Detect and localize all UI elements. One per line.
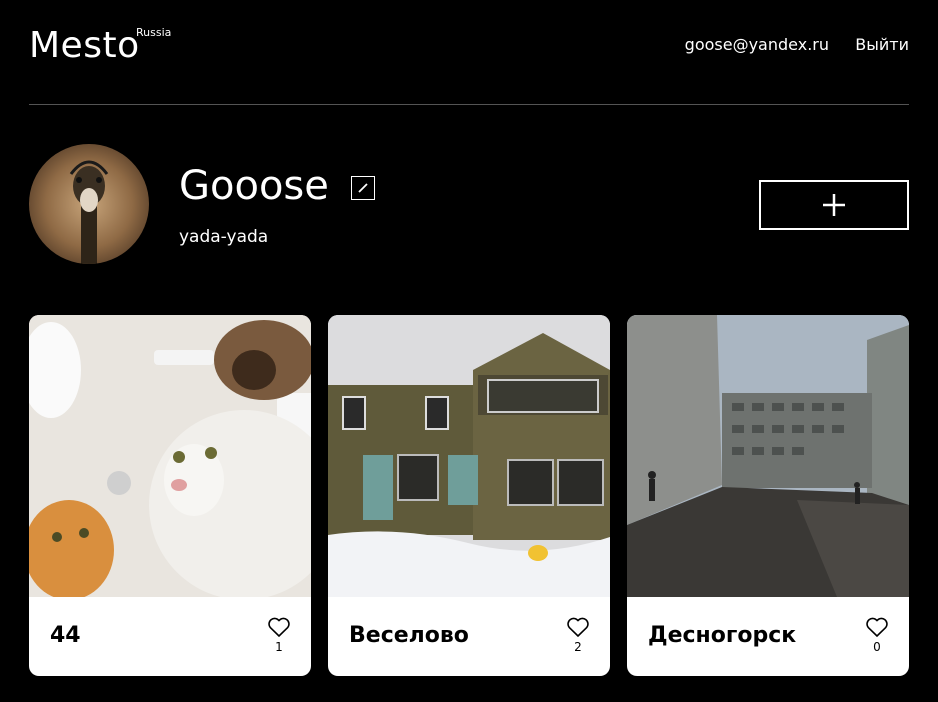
card: Веселово 2 (328, 315, 610, 676)
heart-icon[interactable] (267, 616, 291, 638)
like-count: 2 (574, 640, 582, 654)
like-group: 1 (267, 616, 291, 654)
profile: Gooose yada-yada (29, 144, 909, 266)
heart-icon[interactable] (566, 616, 590, 638)
logo: Mesto (29, 25, 140, 66)
card-title: 44 (50, 623, 81, 648)
card: Десногорск 0 (627, 315, 909, 676)
heart-icon[interactable] (865, 616, 889, 638)
user-email: goose@yandex.ru (684, 35, 829, 54)
like-group: 2 (566, 616, 590, 654)
plus-icon (823, 194, 845, 216)
profile-name: Gooose (179, 163, 329, 209)
card-image[interactable] (627, 315, 909, 597)
like-group: 0 (865, 616, 889, 654)
card-title: Десногорск (648, 623, 797, 648)
edit-profile-button[interactable] (351, 176, 375, 200)
logout-link[interactable]: Выйти (855, 35, 909, 55)
profile-about: yada-yada (179, 227, 269, 247)
page-header: Mesto Russia goose@yandex.ru Выйти (29, 0, 909, 105)
avatar[interactable] (29, 144, 149, 264)
goose-avatar-image (29, 144, 149, 264)
like-count: 1 (275, 640, 283, 654)
card-image[interactable] (328, 315, 610, 597)
card: 44 1 (29, 315, 311, 676)
logo-subtitle: Russia (136, 26, 172, 39)
add-card-button[interactable] (759, 180, 909, 230)
card-title: Веселово (349, 623, 469, 648)
card-image[interactable] (29, 315, 311, 597)
pencil-icon (358, 183, 368, 193)
like-count: 0 (873, 640, 881, 654)
card-gallery: 44 1 Веселово 2 Десногорск 0 (29, 315, 909, 676)
